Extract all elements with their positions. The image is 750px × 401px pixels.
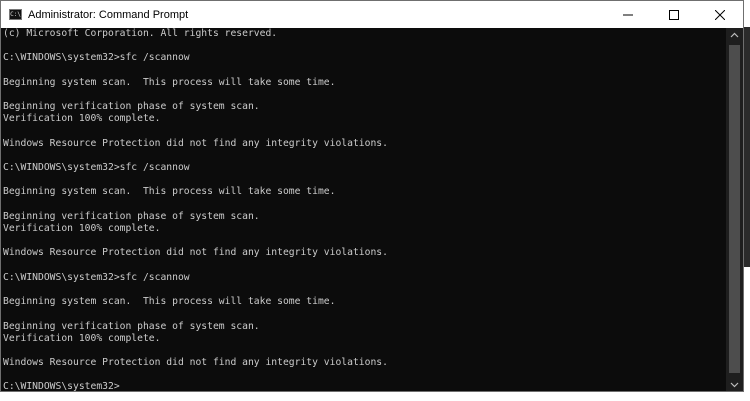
window-title: Administrator: Command Prompt	[28, 8, 189, 21]
window-controls	[605, 1, 743, 28]
console-line: C:\WINDOWS\system32>	[3, 381, 120, 392]
console-line: Verification 100% complete.	[3, 332, 161, 344]
scroll-up-arrow-icon[interactable]	[730, 31, 739, 40]
title-bar[interactable]: C:\ Administrator: Command Prompt	[1, 1, 743, 28]
console-line: Beginning verification phase of system s…	[3, 101, 260, 113]
scroll-down-arrow-icon[interactable]	[730, 380, 739, 389]
close-icon	[715, 9, 725, 20]
console-output[interactable]: (c) Microsoft Corporation. All rights re…	[1, 28, 726, 392]
console-line: Beginning system scan. This process will…	[3, 296, 336, 308]
console-line: Beginning system scan. This process will…	[3, 76, 336, 88]
console-line: C:\WINDOWS\system32>sfc /scannow	[3, 271, 190, 283]
command-prompt-icon: C:\	[9, 9, 22, 20]
console-line: Windows Resource Protection did not find…	[3, 247, 388, 259]
background-window-edge	[744, 27, 750, 267]
close-button[interactable]	[697, 1, 743, 28]
console-line: Verification 100% complete.	[3, 113, 161, 125]
console-line: C:\WINDOWS\system32>sfc /scannow	[3, 52, 190, 64]
background-desktop-strip	[0, 392, 750, 401]
minimize-icon	[623, 14, 633, 15]
console-line: Beginning verification phase of system s…	[3, 210, 260, 222]
console-line: Windows Resource Protection did not find…	[3, 357, 388, 369]
vertical-scrollbar[interactable]	[726, 28, 743, 391]
scrollbar-thumb[interactable]	[729, 45, 740, 373]
console-line: Beginning system scan. This process will…	[3, 186, 336, 198]
maximize-button[interactable]	[651, 1, 697, 28]
console-line: (c) Microsoft Corporation. All rights re…	[3, 28, 278, 39]
console-line: C:\WINDOWS\system32>sfc /scannow	[3, 162, 190, 174]
console-line: Windows Resource Protection did not find…	[3, 137, 388, 149]
console-line: Verification 100% complete.	[3, 223, 161, 234]
minimize-button[interactable]	[605, 1, 651, 28]
console-line: Beginning verification phase of system s…	[3, 320, 260, 332]
command-prompt-window: C:\ Administrator: Command Prompt (c) Mi	[0, 0, 744, 392]
maximize-icon	[669, 9, 679, 20]
